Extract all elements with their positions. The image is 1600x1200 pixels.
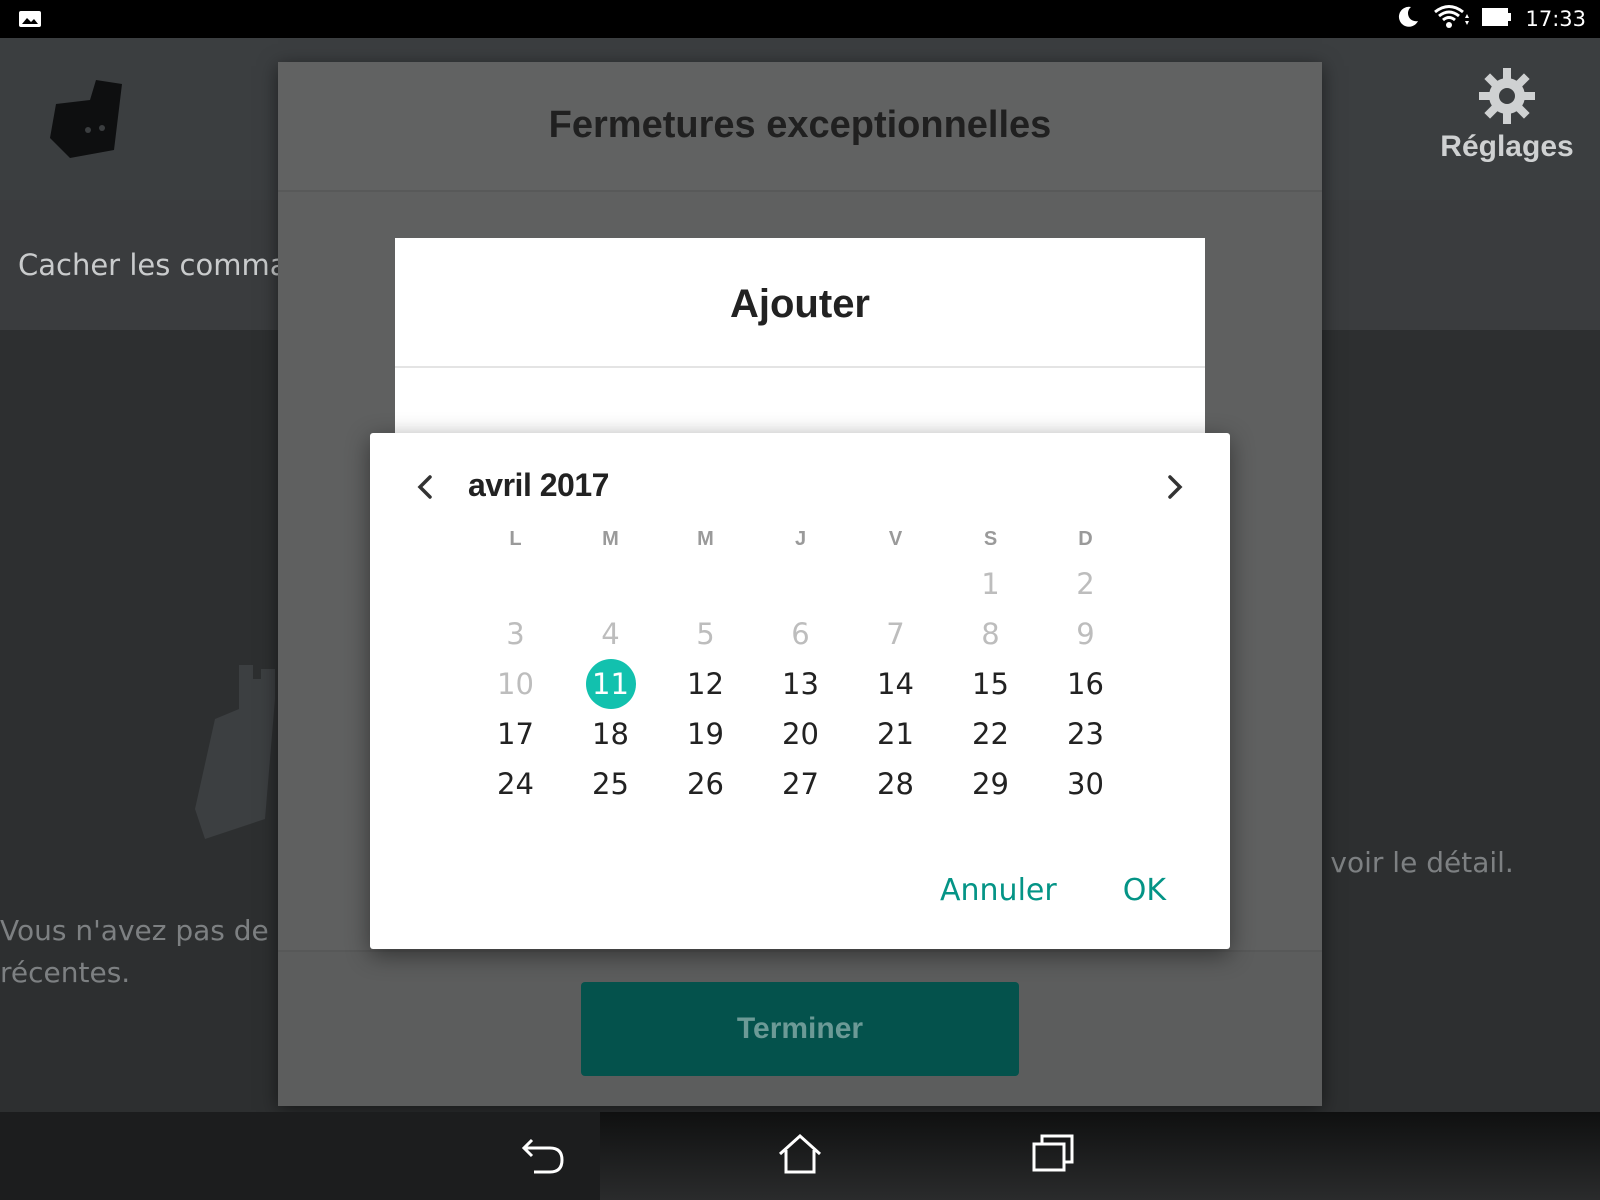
calendar-day[interactable]: 14 bbox=[848, 659, 943, 709]
hide-orders-label: Cacher les comma bbox=[18, 248, 288, 282]
month-year-label: avril 2017 bbox=[468, 467, 609, 503]
do-not-disturb-moon-icon bbox=[1395, 4, 1421, 34]
chevron-right-icon bbox=[1152, 475, 1196, 512]
back-button[interactable] bbox=[520, 1132, 568, 1179]
weekday-header: M bbox=[697, 527, 714, 550]
cancel-button[interactable]: Annuler bbox=[940, 873, 1057, 908]
battery-icon bbox=[1481, 6, 1513, 32]
detail-hint: r voir le détail. bbox=[1310, 846, 1514, 879]
weekday-header: J bbox=[794, 527, 807, 550]
dialog-header: Fermetures exceptionnelles bbox=[278, 62, 1322, 192]
empty-state-message: Vous n'avez pas de c récentes. bbox=[0, 914, 294, 989]
calendar-day[interactable]: 29 bbox=[943, 759, 1038, 809]
add-closure-dialog: Ajouter bbox=[395, 238, 1205, 438]
calendar-day[interactable]: 27 bbox=[753, 759, 848, 809]
previous-month-button[interactable] bbox=[404, 465, 448, 509]
done-button[interactable]: Terminer bbox=[581, 982, 1019, 1076]
gear-icon bbox=[1477, 68, 1537, 130]
next-month-button[interactable] bbox=[1152, 465, 1196, 509]
calendar-day[interactable]: 23 bbox=[1038, 709, 1133, 759]
calendar-day[interactable]: 15 bbox=[943, 659, 1038, 709]
deliveroo-logo-icon bbox=[50, 80, 130, 162]
calendar-day: 7 bbox=[886, 617, 905, 651]
calendar-day[interactable]: 26 bbox=[658, 759, 753, 809]
recent-apps-button[interactable] bbox=[1030, 1132, 1078, 1179]
ok-button[interactable]: OK bbox=[1123, 873, 1166, 908]
status-bar: 17:33 bbox=[0, 0, 1600, 38]
calendar-day[interactable]: 22 bbox=[943, 709, 1038, 759]
calendar-day: 3 bbox=[506, 617, 525, 651]
calendar-grid: L M M J V S D 1 2 3 4 5 6 7 8 9 10 11 12 13 14 15 16 17 18 19 20 21… bbox=[468, 519, 1133, 809]
calendar-day: 2 bbox=[1076, 567, 1095, 601]
calendar-day[interactable]: 20 bbox=[753, 709, 848, 759]
settings-button[interactable]: Réglages bbox=[1440, 66, 1574, 164]
weekday-header: L bbox=[509, 527, 522, 550]
calendar-day[interactable]: 17 bbox=[468, 709, 563, 759]
calendar-day: 6 bbox=[791, 617, 810, 651]
calendar-day: 8 bbox=[981, 617, 1000, 651]
calendar-day[interactable]: 19 bbox=[658, 709, 753, 759]
divider bbox=[395, 366, 1205, 368]
add-dialog-title: Ajouter bbox=[730, 282, 870, 326]
weekday-header: D bbox=[1078, 527, 1093, 550]
weekday-header: M bbox=[602, 527, 619, 550]
chevron-left-icon bbox=[404, 475, 448, 512]
calendar-day[interactable]: 13 bbox=[753, 659, 848, 709]
calendar-day[interactable]: 30 bbox=[1038, 759, 1133, 809]
picker-actions: Annuler OK bbox=[940, 873, 1166, 908]
calendar-day: 1 bbox=[981, 567, 1000, 601]
calendar-day: 5 bbox=[696, 617, 715, 651]
home-icon bbox=[776, 1133, 824, 1179]
settings-label: Réglages bbox=[1440, 130, 1574, 163]
wifi-icon bbox=[1433, 4, 1470, 34]
back-arrow-icon bbox=[520, 1138, 568, 1179]
calendar-day: 10 bbox=[497, 667, 534, 701]
calendar-day-selected[interactable]: 11 bbox=[563, 659, 658, 709]
status-icons: 17:33 bbox=[1395, 0, 1586, 38]
calendar-day[interactable]: 24 bbox=[468, 759, 563, 809]
home-button[interactable] bbox=[776, 1132, 824, 1179]
calendar-day: 4 bbox=[601, 617, 620, 651]
calendar-day[interactable]: 28 bbox=[848, 759, 943, 809]
empty-state-castle-icon bbox=[195, 665, 285, 869]
calendar-day[interactable]: 25 bbox=[563, 759, 658, 809]
weekday-header: V bbox=[888, 527, 903, 550]
calendar-day: 9 bbox=[1076, 617, 1095, 651]
weekday-header: S bbox=[983, 527, 998, 550]
gallery-icon bbox=[18, 9, 42, 33]
date-picker-dialog: avril 2017 L M M J V S D 1 2 3 4 5 6 7 8 9 10 11 12 13 14 15 1… bbox=[370, 433, 1230, 949]
navigation-bar bbox=[0, 1112, 1600, 1200]
dialog-title: Fermetures exceptionnelles bbox=[548, 104, 1052, 146]
calendar-day[interactable]: 18 bbox=[563, 709, 658, 759]
recent-apps-icon bbox=[1030, 1134, 1078, 1179]
calendar-day[interactable]: 12 bbox=[658, 659, 753, 709]
status-time: 17:33 bbox=[1525, 7, 1586, 31]
calendar-day[interactable]: 16 bbox=[1038, 659, 1133, 709]
calendar-day[interactable]: 21 bbox=[848, 709, 943, 759]
